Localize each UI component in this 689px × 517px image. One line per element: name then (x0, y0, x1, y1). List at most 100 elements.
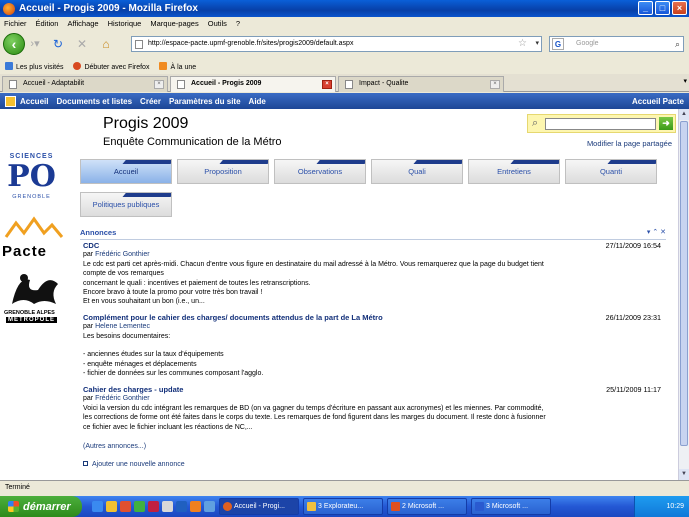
tab-adaptabilite[interactable]: Accueil - Adaptabilit × (2, 76, 168, 92)
quicklaunch-icon[interactable] (162, 501, 173, 512)
status-text: Terminé (5, 484, 30, 491)
announcement-body: Le cdc est parti cet après-midi. Chacun … (83, 260, 544, 306)
url-text: http://espace-pacte.upmf-grenoble.fr/sit… (148, 40, 354, 47)
menu-help[interactable]: ? (236, 19, 240, 28)
sp-nav-creer[interactable]: Créer (140, 97, 161, 106)
sp-nav-documents[interactable]: Documents et listes (56, 97, 132, 106)
menu-tools[interactable]: Outils (208, 19, 227, 28)
quicklaunch-icon[interactable] (148, 501, 159, 512)
menu-history[interactable]: Historique (108, 19, 142, 28)
announcement-body: Voici la version du cdc intégrant les re… (83, 404, 546, 431)
sp-home-pacte-link[interactable]: Accueil Pacte (632, 97, 684, 106)
scroll-thumb[interactable] (680, 121, 688, 446)
quicklaunch-icon[interactable] (176, 501, 187, 512)
menu-bar: Fichier Édition Affichage Historique Mar… (0, 17, 689, 30)
search-box[interactable]: G Google ⌕ (549, 36, 684, 52)
announcement-date: 26/11/2009 23:31 (605, 313, 661, 322)
announcement-title-link[interactable]: CDC (83, 241, 663, 250)
site-title: Progis 2009 (103, 115, 189, 132)
nav-tab-accueil[interactable]: Accueil (80, 159, 172, 184)
bookmark-getting-started[interactable]: Débuter avec Firefox (73, 61, 149, 71)
announcement-date: 27/11/2009 16:54 (605, 241, 661, 250)
search-icon: ⌕ (532, 117, 539, 129)
menu-view[interactable]: Affichage (67, 19, 98, 28)
tab-list-icon[interactable]: ▾ (683, 77, 687, 85)
webpart-menu-icons[interactable]: ▾ ⌃ ✕ (647, 228, 666, 236)
home-icon[interactable]: ⌂ (96, 36, 116, 52)
nav-tab-observations[interactable]: Observations (274, 159, 366, 184)
bookmark-most-visited[interactable]: Les plus visités (5, 61, 63, 71)
search-icon[interactable]: ⌕ (675, 37, 680, 51)
page-icon (135, 40, 143, 49)
sp-nav-aide[interactable]: Aide (249, 97, 266, 106)
taskbar-powerpoint-button[interactable]: 2 Microsoft ... (387, 498, 467, 515)
nav-tab-politiques-publiques[interactable]: Politiques publiques (80, 192, 172, 217)
quicklaunch-icon[interactable] (92, 501, 103, 512)
quicklaunch-icon[interactable] (120, 501, 131, 512)
menu-edit[interactable]: Édition (36, 19, 59, 28)
quicklaunch-icon[interactable] (190, 501, 201, 512)
sharepoint-home-icon (5, 95, 16, 107)
maximize-button[interactable]: □ (655, 1, 670, 15)
forward-button[interactable]: ›▾ (26, 36, 44, 52)
menu-file[interactable]: Fichier (4, 19, 27, 28)
quicklaunch-icon[interactable] (204, 501, 215, 512)
nav-tab-proposition[interactable]: Proposition (177, 159, 269, 184)
taskbar-explorer-button[interactable]: 3 Explorateu... (303, 498, 383, 515)
menu-bookmarks[interactable]: Marque-pages (150, 19, 198, 28)
back-button[interactable]: ‹ (3, 33, 25, 55)
tab-impact[interactable]: Impact - Qualite × (338, 76, 504, 92)
url-dropdown-icon[interactable]: ▾ (535, 37, 539, 51)
site-search: ⌕ ➜ (527, 114, 676, 133)
powerpoint-icon (391, 502, 400, 511)
stop-icon[interactable]: ✕ (72, 36, 92, 52)
announcement-title-link[interactable]: Cahier des charges - update (83, 385, 663, 394)
sp-nav-parametres[interactable]: Paramètres du site (169, 97, 241, 106)
reload-icon[interactable]: ↻ (48, 36, 68, 52)
announcement-title-link[interactable]: Complément pour le cahier des charges/ d… (83, 313, 663, 322)
nav-tab-entretiens[interactable]: Entretiens (468, 159, 560, 184)
tab-close-icon[interactable]: × (154, 80, 164, 89)
page-icon (9, 80, 17, 89)
window-titlebar: Accueil - Progis 2009 - Mozilla Firefox … (0, 0, 689, 17)
tab-progis[interactable]: Accueil - Progis 2009 × (170, 76, 336, 92)
add-announcement-link[interactable]: Ajouter une nouvelle annonce (83, 461, 185, 468)
status-bar: Terminé (0, 480, 689, 496)
scroll-up-icon[interactable]: ▲ (679, 109, 689, 120)
quick-launch (92, 501, 215, 512)
bookmark-folder-icon (5, 61, 13, 70)
nav-tab-quanti[interactable]: Quanti (565, 159, 657, 184)
google-icon[interactable]: G (552, 38, 564, 50)
author-link[interactable]: Frédéric Gonthier (95, 251, 149, 258)
modify-shared-page-link[interactable]: Modifier la page partagée (587, 139, 672, 148)
search-go-button[interactable]: ➜ (659, 117, 673, 130)
taskbar-word-button[interactable]: 3 Microsoft ... (471, 498, 551, 515)
quicklaunch-icon[interactable] (106, 501, 117, 512)
site-search-input[interactable] (545, 118, 656, 130)
announcement-date: 25/11/2009 11:17 (606, 385, 661, 394)
announcement-item: Complément pour le cahier des charges/ d… (83, 313, 663, 378)
bookmark-headlines[interactable]: À la une (159, 61, 196, 71)
announcements-title: Annonces (80, 228, 117, 237)
bookmark-star-icon[interactable]: ☆ (518, 37, 527, 51)
close-window-button[interactable]: × (672, 1, 687, 15)
tab-close-icon[interactable]: × (322, 80, 332, 89)
start-button[interactable]: démarrer (0, 496, 82, 517)
nav-tab-quali[interactable]: Quali (371, 159, 463, 184)
announcement-item: Cahier des charges - update 25/11/2009 1… (83, 385, 663, 432)
tab-close-icon[interactable]: × (490, 80, 500, 89)
page-scrollbar[interactable]: ▲ ▼ (678, 109, 689, 480)
announcement-author-line: par Helene Lementec (83, 323, 150, 331)
mountain-icon (4, 216, 64, 238)
author-link[interactable]: Helene Lementec (95, 323, 150, 330)
author-link[interactable]: Frédéric Gonthier (95, 395, 149, 402)
sp-nav-accueil[interactable]: Accueil (20, 97, 48, 106)
taskbar-firefox-button[interactable]: Accueil - Progi... (219, 498, 299, 515)
page-icon (345, 80, 353, 89)
minimize-button[interactable]: _ (638, 1, 653, 15)
quicklaunch-icon[interactable] (134, 501, 145, 512)
more-announcements-link[interactable]: (Autres annonces...) (83, 443, 146, 450)
site-nav-tabs: Accueil Proposition Observations Quali E… (80, 159, 670, 221)
scroll-down-icon[interactable]: ▼ (679, 469, 689, 480)
url-bar[interactable]: http://espace-pacte.upmf-grenoble.fr/sit… (131, 36, 542, 52)
